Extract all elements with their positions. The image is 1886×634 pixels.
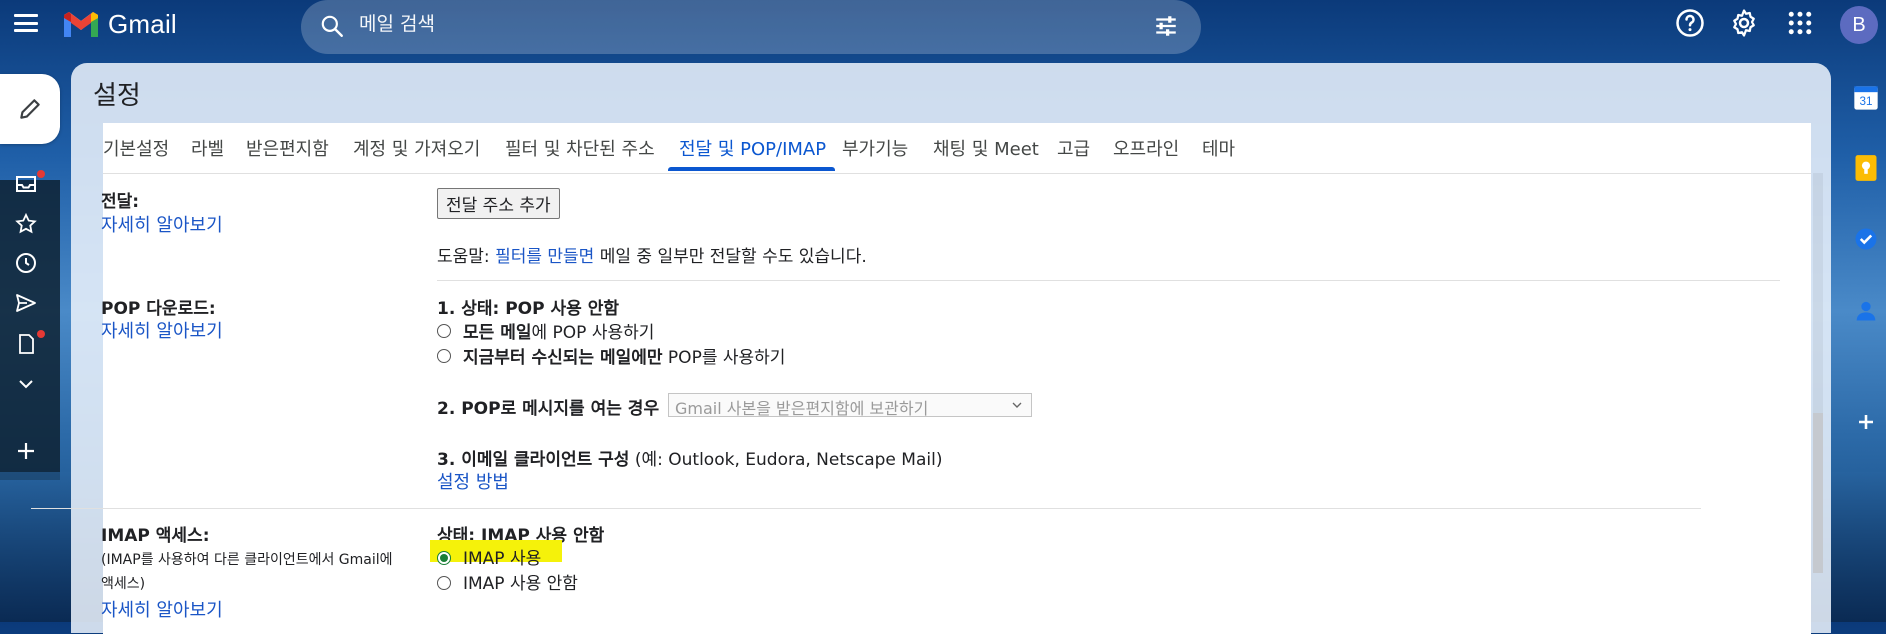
tab-chat-meet[interactable]: 채팅 및 Meet [933,135,1039,161]
forwarding-tip-prefix: 도움말: [437,247,496,267]
forwarding-label: 전달: [101,192,140,212]
tab-inbox[interactable]: 받은편지함 [246,135,329,161]
pop-status: 1. 상태: POP 사용 안함 [437,299,619,319]
keep-icon[interactable] [1852,154,1880,182]
gmail-logo[interactable]: Gmail [62,6,177,42]
compose-button[interactable] [0,74,60,144]
section-divider [437,280,1780,281]
pop-action-selected: Gmail 사본을 받은편지함에 보관하기 [675,399,929,418]
pencil-icon [20,99,40,119]
help-icon[interactable] [1675,8,1705,38]
tab-themes[interactable]: 테마 [1202,135,1235,161]
scrollbar-thumb[interactable] [1813,413,1823,573]
get-addons-plus-icon[interactable] [1852,408,1880,436]
search-options-icon[interactable] [1153,13,1179,39]
pop-new-mail-option: 지금부터 수신되는 메일에만 POP를 사용하기 [463,343,785,368]
imap-enable-radio[interactable] [437,551,451,565]
tab-accounts-import[interactable]: 계정 및 가져오기 [353,135,480,161]
pop-all-mail-option: 모든 메일에 POP 사용하기 [463,318,654,343]
pop-client-config-rest: (예: Outlook, Eudora, Netscape Mail) [629,450,943,470]
sent-icon[interactable] [14,291,38,315]
imap-access-label: IMAP 액세스: [101,526,210,546]
create-filter-link[interactable]: 필터를 만들면 [495,247,594,267]
pop-download-label: POP 다운로드: [101,299,216,319]
pop-all-mail-radio[interactable] [437,324,451,338]
imap-learn-more-link[interactable]: 자세히 알아보기 [101,596,223,622]
account-avatar[interactable]: B [1840,6,1878,44]
tab-addons[interactable]: 부가기능 [842,135,908,161]
drafts-icon[interactable] [14,332,38,356]
tab-labels[interactable]: 라벨 [191,135,224,161]
starred-icon[interactable] [14,212,38,236]
top-bar: Gmail B [0,0,1886,54]
imap-description-line2: 액세스) [101,576,146,592]
forwarding-tip-suffix: 메일 중 일부만 전달할 수도 있습니다. [594,247,867,267]
pop-when-accessed-label: 2. POP로 메시지를 여는 경우 [437,399,660,419]
pop-new-mail-rest: POP를 사용하기 [662,348,786,368]
active-tab-indicator [668,167,835,171]
pop-setup-instructions-link[interactable]: 설정 방법 [437,468,509,494]
pop-new-mail-bold: 지금부터 수신되는 메일에만 [463,348,663,368]
pop-all-mail-bold: 모든 메일 [463,323,532,343]
tab-forwarding-pop-imap[interactable]: 전달 및 POP/IMAP [679,135,826,161]
tab-advanced[interactable]: 고급 [1057,135,1090,161]
pop-action-select[interactable]: Gmail 사본을 받은편지함에 보관하기 [668,393,1032,418]
pop-client-config-bold: 3. 이메일 클라이언트 구성 [437,450,630,470]
search-bar[interactable] [301,0,1201,54]
tab-general[interactable]: 기본설정 [103,135,169,161]
imap-description-line1: (IMAP를 사용하여 다른 클라이언트에서 Gmail에 [101,552,393,568]
search-input[interactable] [357,0,1121,48]
apps-grid-icon[interactable] [1785,8,1815,38]
settings-panel: 설정 기본설정 라벨 받은편지함 계정 및 가져오기 필터 및 차단된 주소 전… [71,63,1831,634]
chevron-down-icon [1012,402,1022,408]
tasks-icon[interactable] [1852,225,1880,253]
scrollbar-track[interactable] [1813,173,1823,573]
search-icon[interactable] [319,13,345,39]
settings-gear-icon[interactable] [1729,8,1759,38]
section-divider [31,508,1701,509]
pop-learn-more-link[interactable]: 자세히 알아보기 [101,317,223,343]
app-name: Gmail [108,8,177,39]
expand-more-icon[interactable] [14,372,38,396]
pop-new-mail-radio[interactable] [437,349,451,363]
pop-client-config: 3. 이메일 클라이언트 구성 (예: Outlook, Eudora, Net… [437,445,942,470]
forwarding-learn-more-link[interactable]: 자세히 알아보기 [101,211,223,237]
pop-all-mail-rest: 에 POP 사용하기 [531,323,655,343]
svg-text:31: 31 [1860,95,1873,108]
inbox-icon[interactable] [14,172,38,196]
drafts-dot [37,330,45,338]
tab-offline[interactable]: 오프라인 [1113,135,1179,161]
gmail-m-icon [64,12,98,37]
contacts-icon[interactable] [1852,296,1880,324]
settings-tabs: 기본설정 라벨 받은편지함 계정 및 가져오기 필터 및 차단된 주소 전달 및… [103,123,1811,174]
imap-disable-option: IMAP 사용 안함 [463,574,578,594]
tab-filters-blocked[interactable]: 필터 및 차단된 주소 [505,135,655,161]
snoozed-clock-icon[interactable] [14,251,38,275]
imap-enable-option: IMAP 사용 [463,549,542,569]
add-label-plus-icon[interactable] [14,439,38,463]
inbox-unread-dot [37,170,45,178]
calendar-icon[interactable]: 31 [1852,84,1880,112]
main-menu-icon[interactable] [14,14,38,32]
forwarding-tip: 도움말: 필터를 만들면 메일 중 일부만 전달할 수도 있습니다. [437,242,867,267]
add-forwarding-address-button[interactable]: 전달 주소 추가 [437,188,560,219]
imap-disable-radio[interactable] [437,576,451,590]
page-title: 설정 [93,81,141,111]
